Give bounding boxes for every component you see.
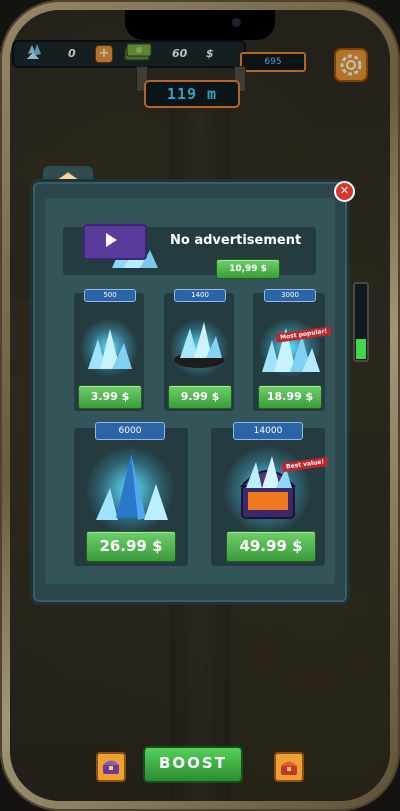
buy-pack-button[interactable]: 26.99 $ (86, 531, 176, 562)
buy-no-ads-button[interactable]: 10,99 $ (216, 259, 280, 279)
buy-pack-button[interactable]: 49.99 $ (226, 531, 316, 562)
crystal-ore-icon (174, 322, 224, 368)
buy-pack-button[interactable]: 9.99 $ (168, 385, 232, 409)
pickaxe-icon (281, 761, 297, 775)
close-button[interactable]: ✕ (334, 181, 355, 202)
chest-icon (239, 456, 297, 519)
no-ads-title: No advertisement (170, 233, 302, 248)
pack-quantity: 14000 (233, 422, 303, 440)
gauge-fill (356, 339, 366, 359)
phone-notch (125, 10, 275, 40)
buy-pack-button[interactable]: 3.99 $ (78, 385, 142, 409)
front-camera (232, 18, 241, 27)
upgrades-button[interactable] (274, 752, 304, 782)
pack-quantity: 3000 (264, 289, 316, 302)
crystal-pyramid-icon (96, 454, 168, 520)
close-icon: ✕ (339, 184, 350, 197)
pack-quantity: 500 (84, 289, 136, 302)
depth-gauge (353, 282, 369, 362)
boost-button[interactable]: BOOST (143, 746, 243, 783)
chest-icon (103, 760, 119, 774)
pack-quantity: 6000 (95, 422, 165, 440)
chest-shop-button[interactable] (96, 752, 126, 782)
buy-pack-button[interactable]: 18.99 $ (258, 385, 322, 409)
video-play-icon (106, 233, 117, 247)
crystal-cluster-icon (88, 329, 132, 369)
pack-quantity: 1400 (174, 289, 226, 302)
